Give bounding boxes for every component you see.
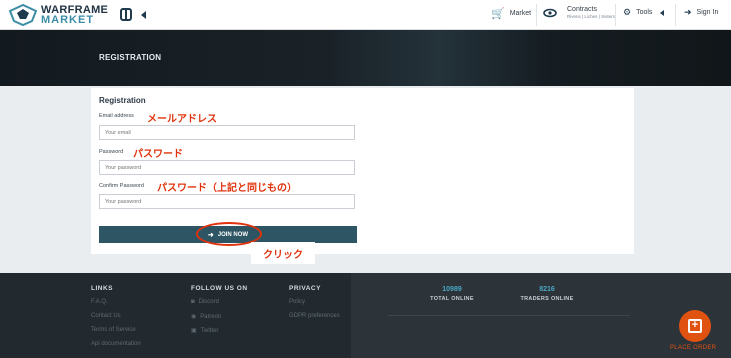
nav-contracts[interactable]: Contracts Rivens | Liches | Sisters [543, 6, 615, 19]
confirm-password-label: Confirm Password [99, 183, 144, 189]
total-online-label: TOTAL ONLINE [430, 296, 474, 302]
footer-link-api[interactable]: Api documentation [91, 341, 141, 347]
nav-market-label: Market [509, 10, 532, 17]
confirm-password-annotation: パスワード（上記と同じもの） [157, 183, 297, 194]
nav-sign-in[interactable]: ➜ Sign In [684, 7, 718, 18]
confirm-password-field[interactable] [99, 194, 355, 209]
platform-caret-icon[interactable] [141, 11, 146, 19]
page-title: REGISTRATION [99, 53, 162, 62]
footer-divider [388, 315, 630, 316]
cart-icon: 🛒 [491, 8, 505, 20]
email-annotation: メールアドレス [147, 114, 217, 125]
warframe-logo-icon [8, 3, 38, 27]
hero-banner: REGISTRATION [0, 30, 731, 86]
discord-icon: ◙ [191, 299, 195, 305]
footer-link-patreon[interactable]: ◉ Patreon [191, 313, 221, 320]
tools-caret-icon [660, 9, 665, 16]
footer-link-terms[interactable]: Terms of Service [91, 327, 136, 333]
total-online-count: 10989 [442, 286, 462, 293]
email-field[interactable] [99, 125, 355, 140]
nav-divider [536, 4, 537, 26]
links-heading: LINKS [91, 285, 113, 292]
place-order-label: PLACE ORDER [670, 345, 717, 351]
nav-tools[interactable]: ⚙ Tools [623, 7, 665, 18]
plus-icon: + [688, 319, 702, 333]
email-label: Email address [99, 113, 134, 119]
footer-link-twitter[interactable]: ▣ Twitter [191, 327, 218, 334]
traders-online-label: TRADERS ONLINE [520, 296, 574, 302]
discord-label: Discord [198, 299, 219, 305]
footer-link-policy[interactable]: Policy [289, 299, 305, 305]
twitter-icon: ▣ [191, 328, 197, 334]
privacy-heading: PRIVACY [289, 285, 321, 292]
footer-link-contact[interactable]: Contact Us [91, 313, 121, 319]
nav-sign-in-label: Sign In [696, 9, 719, 16]
password-label: Password [99, 149, 124, 155]
footer-link-gdpr[interactable]: GDPR preferences [289, 313, 340, 319]
nav-tools-label: Tools [636, 9, 653, 16]
click-annotation: クリック [251, 242, 315, 264]
nav-contracts-label: Contracts [567, 6, 597, 13]
tools-icon: ⚙ [623, 7, 632, 17]
password-annotation: パスワード [133, 149, 183, 160]
footer-link-faq[interactable]: F.A.Q. [91, 299, 108, 305]
nav-contracts-sub: Rivens | Liches | Sisters [567, 14, 615, 19]
warframe-market-logo[interactable]: WARFRAME MARKET [8, 3, 108, 27]
nintendo-switch-icon[interactable] [120, 8, 132, 21]
twitter-label: Twitter [200, 328, 219, 334]
patreon-label: Patreon [200, 314, 222, 320]
place-order-button[interactable]: + [679, 310, 711, 342]
contracts-icon [543, 8, 557, 17]
sign-in-icon: ➜ [684, 7, 692, 17]
logo-text-market: MARKET [41, 14, 95, 26]
follow-heading: FOLLOW US ON [191, 285, 248, 292]
nav-divider [675, 4, 676, 26]
nav-market[interactable]: 🛒 Market [491, 7, 531, 20]
nav-divider [615, 4, 616, 26]
form-title: Registration [99, 96, 146, 105]
patreon-icon: ◉ [191, 314, 197, 320]
registration-card: Registration Email address メールアドレス Passw… [91, 88, 634, 264]
traders-online-count: 8216 [539, 286, 555, 293]
footer-link-discord[interactable]: ◙ Discord [191, 299, 219, 305]
password-field[interactable] [99, 160, 355, 175]
top-navbar: WARFRAME MARKET 🛒 Market Contracts Riven… [0, 0, 731, 30]
